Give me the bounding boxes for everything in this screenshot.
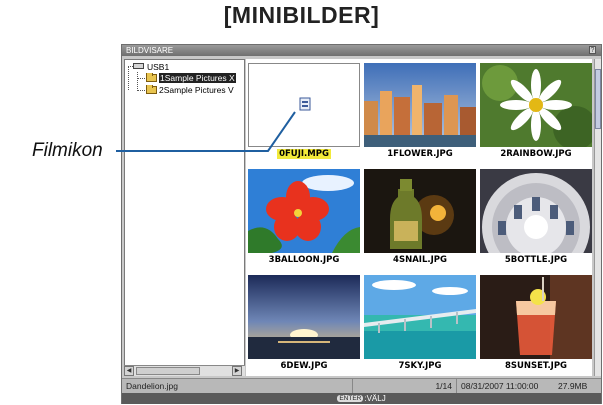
thumbnail-caption: 7SKY.JPG — [398, 361, 442, 371]
thumbnail-grid: 0FUJI.MPG 1FLOWER.JPG 2RAINBOW.JPG 3BALL… — [246, 59, 592, 376]
status-filename: Dandelion.jpg — [126, 381, 178, 391]
thumbnail-image — [480, 169, 592, 253]
window-titlebar: BILDVISARE ? — [122, 45, 601, 56]
thumbnail-caption: 8SUNSET.JPG — [504, 361, 568, 371]
thumbnail-item[interactable]: 5BOTTLE.JPG — [480, 165, 592, 271]
scroll-thumb[interactable] — [595, 69, 601, 129]
thumbnail-item[interactable]: 7SKY.JPG — [364, 271, 476, 377]
scroll-left-icon[interactable]: ◀ — [124, 366, 134, 376]
movie-file-icon — [299, 97, 311, 111]
status-size: 27.9MB — [558, 381, 588, 391]
folder-icon — [146, 85, 157, 94]
image-viewer-window: BILDVISARE ? USB1 1Sample Pictures X 2Sa… — [121, 44, 602, 404]
thumbnail-image — [364, 63, 476, 147]
thumbnail-caption: 2RAINBOW.JPG — [500, 149, 572, 159]
callout-label: Filmikon — [32, 140, 103, 161]
help-icon[interactable]: ? — [589, 46, 596, 54]
enter-key-icon: ENTER — [337, 395, 364, 403]
thumbnail-image — [364, 275, 476, 359]
window-title: BILDVISARE — [126, 46, 174, 55]
tree-item-folder-1-label: 1Sample Pictures X — [159, 73, 236, 83]
footer-bar: ENTER:VÄLJ — [122, 393, 601, 404]
folder-tree: USB1 1Sample Pictures X 2Sample Pictures… — [124, 59, 245, 376]
tree-item-folder-2[interactable]: 2Sample Pictures V — [146, 85, 244, 96]
thumbnail-item[interactable]: 4SNAIL.JPG — [364, 165, 476, 271]
tree-item-usb1-label: USB1 — [147, 62, 170, 72]
tree-item-folder-1[interactable]: 1Sample Pictures X — [146, 73, 244, 84]
thumbnail-item[interactable]: 8SUNSET.JPG — [480, 271, 592, 377]
drive-icon — [133, 63, 144, 69]
thumbnail-item[interactable]: 6DEW.JPG — [248, 271, 360, 377]
thumbnail-caption: 3BALLOON.JPG — [268, 255, 340, 265]
status-position: 1/14 — [352, 379, 456, 393]
footer-action: :VÄLJ — [364, 394, 386, 403]
thumbnail-image — [248, 275, 360, 359]
tree-item-folder-2-label: 2Sample Pictures V — [159, 85, 234, 95]
scroll-right-icon[interactable]: ▶ — [232, 366, 242, 376]
thumbnail-image — [248, 169, 360, 253]
scroll-thumb[interactable] — [136, 367, 200, 375]
thumbnail-image — [248, 63, 360, 147]
folder-icon — [146, 73, 157, 82]
thumbnail-item[interactable]: 1FLOWER.JPG — [364, 59, 476, 165]
page-heading: [MINIBILDER] — [223, 2, 380, 28]
thumbnail-caption: 1FLOWER.JPG — [387, 149, 453, 159]
status-datetime: 08/31/2007 11:00:00 — [456, 379, 556, 393]
thumbnail-caption: 0FUJI.MPG — [277, 149, 331, 159]
grid-vertical-scrollbar[interactable] — [594, 59, 601, 376]
status-bar: Dandelion.jpg 1/14 08/31/2007 11:00:00 2… — [122, 378, 601, 393]
thumbnail-item[interactable]: 2RAINBOW.JPG — [480, 59, 592, 165]
thumbnail-image — [480, 63, 592, 147]
tree-horizontal-scrollbar[interactable]: ◀ ▶ — [124, 365, 245, 376]
thumbnail-caption: 4SNAIL.JPG — [393, 255, 447, 265]
thumbnail-item[interactable]: 0FUJI.MPG — [248, 59, 360, 165]
thumbnail-image — [364, 169, 476, 253]
thumbnail-caption: 5BOTTLE.JPG — [504, 255, 568, 265]
thumbnail-image — [480, 275, 592, 359]
thumbnail-item[interactable]: 3BALLOON.JPG — [248, 165, 360, 271]
tree-item-usb1[interactable]: USB1 — [133, 62, 233, 72]
thumbnail-caption: 6DEW.JPG — [280, 361, 328, 371]
